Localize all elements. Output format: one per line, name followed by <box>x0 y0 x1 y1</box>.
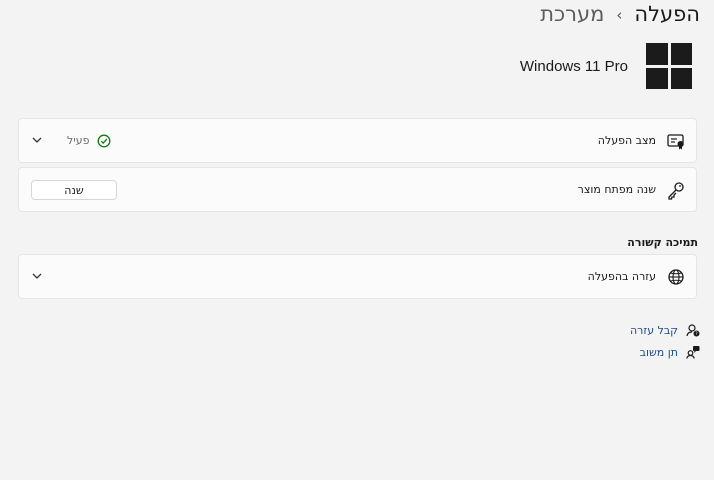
watermark-decoration <box>320 412 400 456</box>
activation-status: פעיל <box>67 119 111 162</box>
feedback-icon <box>686 346 700 359</box>
breadcrumb-parent-system[interactable]: מערכת <box>540 2 604 26</box>
activation-help-card[interactable]: עזרה בהפעלה <box>18 254 697 299</box>
give-feedback-link[interactable]: תן משוב <box>640 346 678 359</box>
breadcrumb-separator: › <box>616 6 623 24</box>
get-help-row[interactable]: ? קבל עזרה <box>630 321 700 339</box>
chevron-down-icon[interactable] <box>31 134 43 146</box>
check-circle-icon <box>98 134 111 147</box>
related-support-title: תמיכה קשורה <box>627 236 698 249</box>
activation-state-label: מצב הפעלה <box>597 134 656 147</box>
change-product-key-button[interactable]: שנה <box>31 180 117 200</box>
activation-help-label: עזרה בהפעלה <box>587 270 656 283</box>
chevron-down-icon[interactable] <box>31 270 43 282</box>
give-feedback-row[interactable]: תן משוב <box>640 343 700 361</box>
activation-status-text: פעיל <box>67 134 90 147</box>
get-help-link[interactable]: קבל עזרה <box>630 324 678 337</box>
product-key-card: שנה מפתח מוצר שנה <box>18 167 697 212</box>
page-title: הפעלה <box>634 2 700 26</box>
activation-state-card[interactable]: מצב הפעלה פעיל <box>18 118 697 163</box>
product-name: Windows 11 Pro <box>519 57 628 75</box>
help-person-icon: ? <box>686 324 700 337</box>
globe-icon <box>668 269 684 285</box>
product-key-label: שנה מפתח מוצר <box>577 183 656 196</box>
product-header: Windows 11 Pro <box>520 42 692 90</box>
breadcrumb: מערכת › הפעלה <box>540 0 700 28</box>
certificate-icon <box>667 134 684 150</box>
watermark-decoration <box>34 412 114 456</box>
key-icon <box>668 182 684 200</box>
windows-logo-icon <box>646 43 692 89</box>
